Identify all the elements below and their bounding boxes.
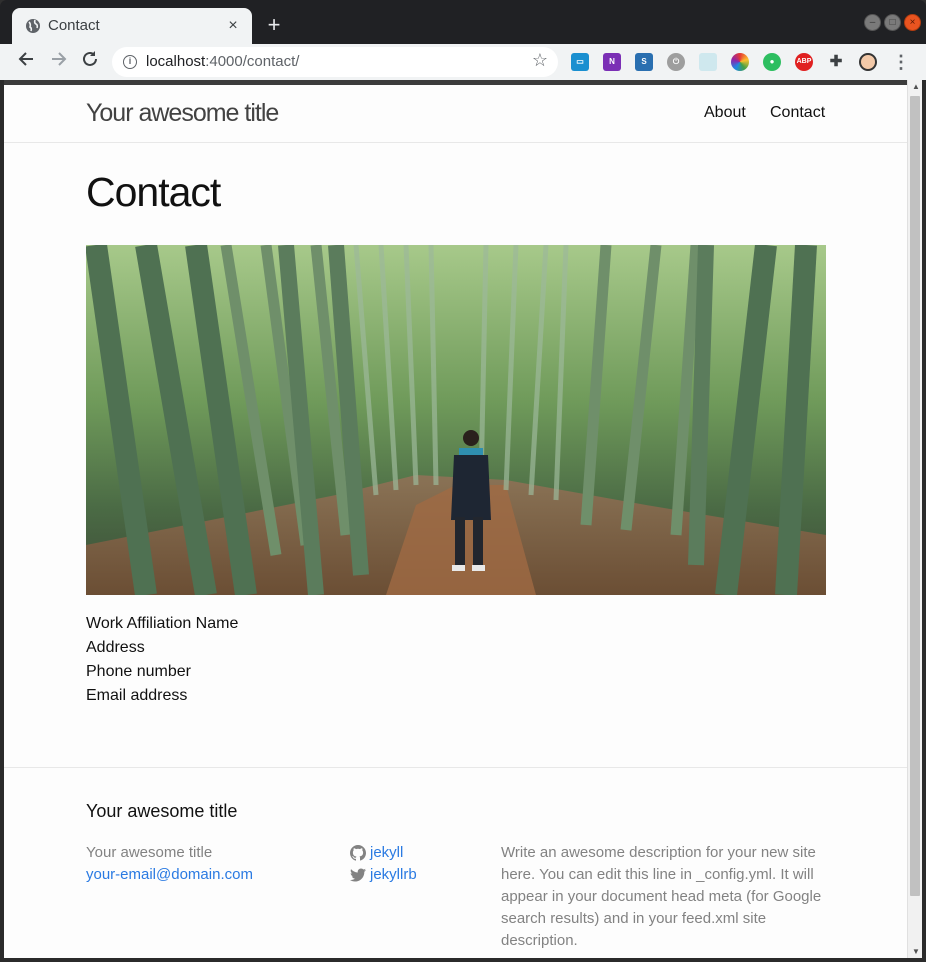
new-tab-button[interactable]: + <box>262 13 286 37</box>
maximize-button[interactable]: □ <box>884 14 901 31</box>
site-description: Write an awesome description for your ne… <box>501 844 822 949</box>
close-tab-icon[interactable]: × <box>224 17 242 35</box>
tab-title: Contact <box>48 17 100 34</box>
scrollbar-thumb[interactable] <box>910 96 920 896</box>
footer-email-link[interactable]: your-email@domain.com <box>86 866 253 883</box>
reload-icon <box>83 51 97 66</box>
bookmark-star-icon[interactable]: ☆ <box>532 50 548 71</box>
page-viewport: Your awesome title About Contact Contact <box>4 80 907 958</box>
footer-social-list: jekyll jekyllrb <box>350 842 417 886</box>
evernote-icon[interactable]: ● <box>763 53 781 71</box>
footer-name: Your awesome title <box>86 844 213 861</box>
puzzle-icon[interactable]: ✚ <box>827 53 845 71</box>
tab-strip: Contact × + – □ × <box>0 0 926 44</box>
info-icon[interactable]: i <box>123 55 137 69</box>
github-link[interactable]: jekyll <box>370 842 403 864</box>
url-text: localhost:4000/contact/ <box>146 53 300 70</box>
box-icon[interactable] <box>699 53 717 71</box>
arrow-right-icon <box>52 52 67 66</box>
site-footer: Your awesome title Your awesome title yo… <box>4 767 907 958</box>
github-link-row[interactable]: jekyll <box>350 842 417 864</box>
tab-contact[interactable]: Contact × <box>12 8 252 44</box>
address-bar[interactable]: i localhost:4000/contact/ ☆ <box>112 47 558 77</box>
menu-icon[interactable]: ⋮ <box>892 51 910 73</box>
footer-heading: Your awesome title <box>86 801 238 821</box>
nav-link-about[interactable]: About <box>704 104 746 122</box>
twitter-icon <box>350 868 366 882</box>
reload-button[interactable] <box>78 50 102 74</box>
nav-link-contact[interactable]: Contact <box>770 104 825 122</box>
footer-contact-list: Your awesome title your-email@domain.com <box>86 842 253 886</box>
contact-phone: Phone number <box>86 663 191 680</box>
power-icon[interactable]: ⏻ <box>667 53 685 71</box>
adblock-icon[interactable]: ABP <box>795 53 813 71</box>
vertical-scrollbar[interactable]: ▲ ▼ <box>907 80 922 958</box>
globe-icon <box>26 19 40 33</box>
scroll-down-arrow-icon[interactable]: ▼ <box>912 947 920 956</box>
twitter-link-row[interactable]: jekyllrb <box>350 864 417 886</box>
forward-button[interactable] <box>47 50 71 74</box>
site-header: Your awesome title About Contact <box>4 85 907 143</box>
site-title-link[interactable]: Your awesome title <box>86 99 279 128</box>
page-title: Contact <box>86 169 221 215</box>
browser-window: Contact × + – □ × i localhost:4000/conta… <box>0 0 926 962</box>
profile-avatar[interactable] <box>859 53 877 71</box>
browser-toolbar: i localhost:4000/contact/ ☆ ▭ N S ⏻ ● AB… <box>0 44 926 80</box>
minimize-button[interactable]: – <box>864 14 881 31</box>
contact-affiliation: Work Affiliation Name <box>86 615 239 632</box>
arrow-left-icon <box>18 52 33 66</box>
twitter-link[interactable]: jekyllrb <box>370 864 417 886</box>
scroll-up-arrow-icon[interactable]: ▲ <box>912 82 920 91</box>
s-icon[interactable]: S <box>635 53 653 71</box>
contact-details: Work Affiliation Name Address Phone numb… <box>86 612 238 708</box>
back-button[interactable] <box>14 50 38 74</box>
colorful-icon[interactable] <box>731 53 749 71</box>
onenote-icon[interactable]: N <box>603 53 621 71</box>
github-icon <box>350 845 366 861</box>
close-window-button[interactable]: × <box>904 14 921 31</box>
contact-email: Email address <box>86 687 188 704</box>
hero-image <box>86 245 826 595</box>
contact-address: Address <box>86 639 145 656</box>
reader-icon[interactable]: ▭ <box>571 53 589 71</box>
